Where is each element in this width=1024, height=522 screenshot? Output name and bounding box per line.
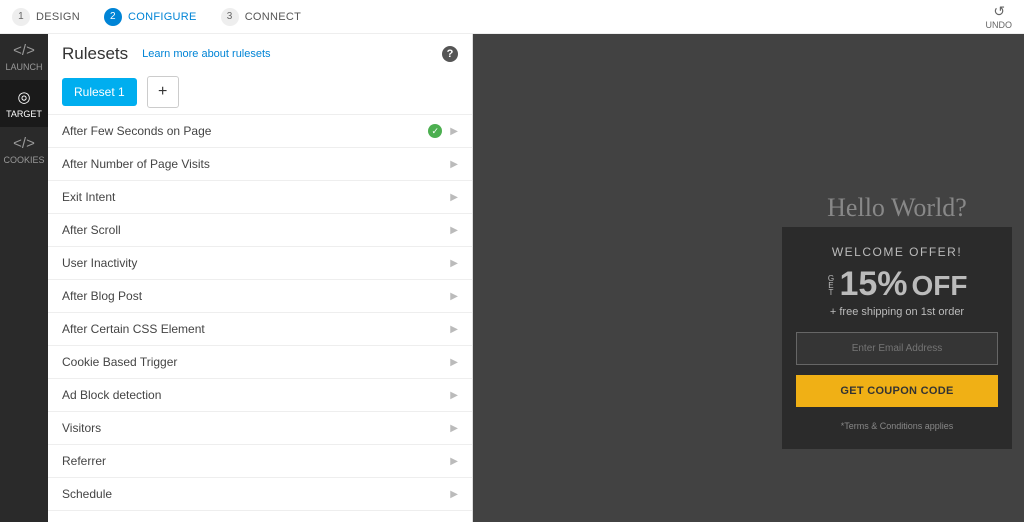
- rule-item[interactable]: Exit Intent▶: [48, 181, 472, 214]
- chevron-right-icon: ▶: [450, 258, 458, 269]
- preview-area: Hello World? WELCOME OFFER! GET 15% OFF …: [473, 34, 1024, 522]
- check-icon: ✓: [428, 124, 442, 138]
- rule-item[interactable]: Referrer▶: [48, 445, 472, 478]
- rule-list[interactable]: After Few Seconds on Page✓▶After Number …: [48, 114, 472, 522]
- rule-name: Visitors: [62, 421, 450, 435]
- rule-item[interactable]: Cookie Based Trigger▶: [48, 346, 472, 379]
- rule-item[interactable]: After Few Seconds on Page✓ ▶: [48, 114, 472, 148]
- sidebar-item-target[interactable]: ◎ TARGET: [0, 80, 48, 127]
- chevron-right-icon: ▶: [450, 126, 458, 137]
- preview-cta-button[interactable]: GET COUPON CODE: [796, 375, 998, 407]
- rule-item[interactable]: On Click▶: [48, 511, 472, 522]
- panel-title: Rulesets: [62, 44, 128, 64]
- preview-script-title: Hello World?: [782, 193, 1012, 223]
- rule-item[interactable]: After Blog Post▶: [48, 280, 472, 313]
- rule-item[interactable]: After Certain CSS Element▶: [48, 313, 472, 346]
- preview-offer: GET 15% OFF: [826, 265, 967, 304]
- left-sidebar: </> LAUNCH ◎ TARGET </> COOKIES: [0, 34, 48, 522]
- step-design[interactable]: 1 DESIGN: [12, 8, 80, 26]
- target-icon: ◎: [17, 88, 30, 106]
- learn-more-link[interactable]: Learn more about rulesets: [142, 48, 270, 60]
- rulesets-panel: Rulesets Learn more about rulesets ? Rul…: [48, 34, 473, 522]
- rule-item[interactable]: After Scroll▶: [48, 214, 472, 247]
- rule-name: After Few Seconds on Page: [62, 124, 428, 138]
- preview-popup: Hello World? WELCOME OFFER! GET 15% OFF …: [782, 227, 1012, 449]
- chevron-right-icon: ▶: [450, 489, 458, 500]
- chevron-right-icon: ▶: [450, 324, 458, 335]
- add-ruleset-button[interactable]: +: [147, 76, 179, 108]
- ruleset-tabs: Ruleset 1 +: [48, 70, 472, 114]
- code-icon: </>: [13, 135, 35, 152]
- sidebar-item-cookies[interactable]: </> COOKIES: [0, 127, 48, 173]
- rule-name: After Number of Page Visits: [62, 157, 450, 171]
- plus-icon: +: [158, 83, 167, 101]
- rule-item[interactable]: User Inactivity▶: [48, 247, 472, 280]
- chevron-right-icon: ▶: [450, 357, 458, 368]
- preview-welcome: WELCOME OFFER!: [832, 245, 962, 259]
- chevron-right-icon: ▶: [450, 192, 458, 203]
- rule-name: Exit Intent: [62, 190, 450, 204]
- preview-terms: *Terms & Conditions applies: [841, 421, 954, 431]
- panel-header: Rulesets Learn more about rulesets ?: [48, 34, 472, 70]
- rule-name: Ad Block detection: [62, 388, 450, 402]
- rule-name: Cookie Based Trigger: [62, 355, 450, 369]
- help-icon[interactable]: ?: [442, 46, 458, 62]
- rule-name: Schedule: [62, 487, 450, 501]
- preview-shipping: + free shipping on 1st order: [830, 306, 964, 318]
- chevron-right-icon: ▶: [450, 159, 458, 170]
- undo-button[interactable]: ↻ UNDO: [986, 3, 1013, 30]
- rule-item[interactable]: Visitors▶: [48, 412, 472, 445]
- rule-name: After Scroll: [62, 223, 450, 237]
- rule-item[interactable]: Schedule▶: [48, 478, 472, 511]
- chevron-right-icon: ▶: [450, 456, 458, 467]
- rule-name: User Inactivity: [62, 256, 450, 270]
- preview-email-input[interactable]: [796, 332, 998, 365]
- top-stepper-bar: 1 DESIGN 2 CONFIGURE 3 CONNECT ↻ UNDO: [0, 0, 1024, 34]
- rule-name: After Blog Post: [62, 289, 450, 303]
- chevron-right-icon: ▶: [450, 423, 458, 434]
- sidebar-item-launch[interactable]: </> LAUNCH: [0, 34, 48, 80]
- code-icon: </>: [13, 42, 35, 59]
- step-configure[interactable]: 2 CONFIGURE: [104, 8, 197, 26]
- ruleset-tab-1[interactable]: Ruleset 1: [62, 78, 137, 106]
- undo-icon: ↻: [986, 3, 1013, 20]
- chevron-right-icon: ▶: [450, 291, 458, 302]
- rule-name: Referrer: [62, 454, 450, 468]
- rule-item[interactable]: After Number of Page Visits▶: [48, 148, 472, 181]
- step-connect[interactable]: 3 CONNECT: [221, 8, 302, 26]
- rule-name: After Certain CSS Element: [62, 322, 450, 336]
- chevron-right-icon: ▶: [450, 390, 458, 401]
- chevron-right-icon: ▶: [450, 225, 458, 236]
- rule-item[interactable]: Ad Block detection▶: [48, 379, 472, 412]
